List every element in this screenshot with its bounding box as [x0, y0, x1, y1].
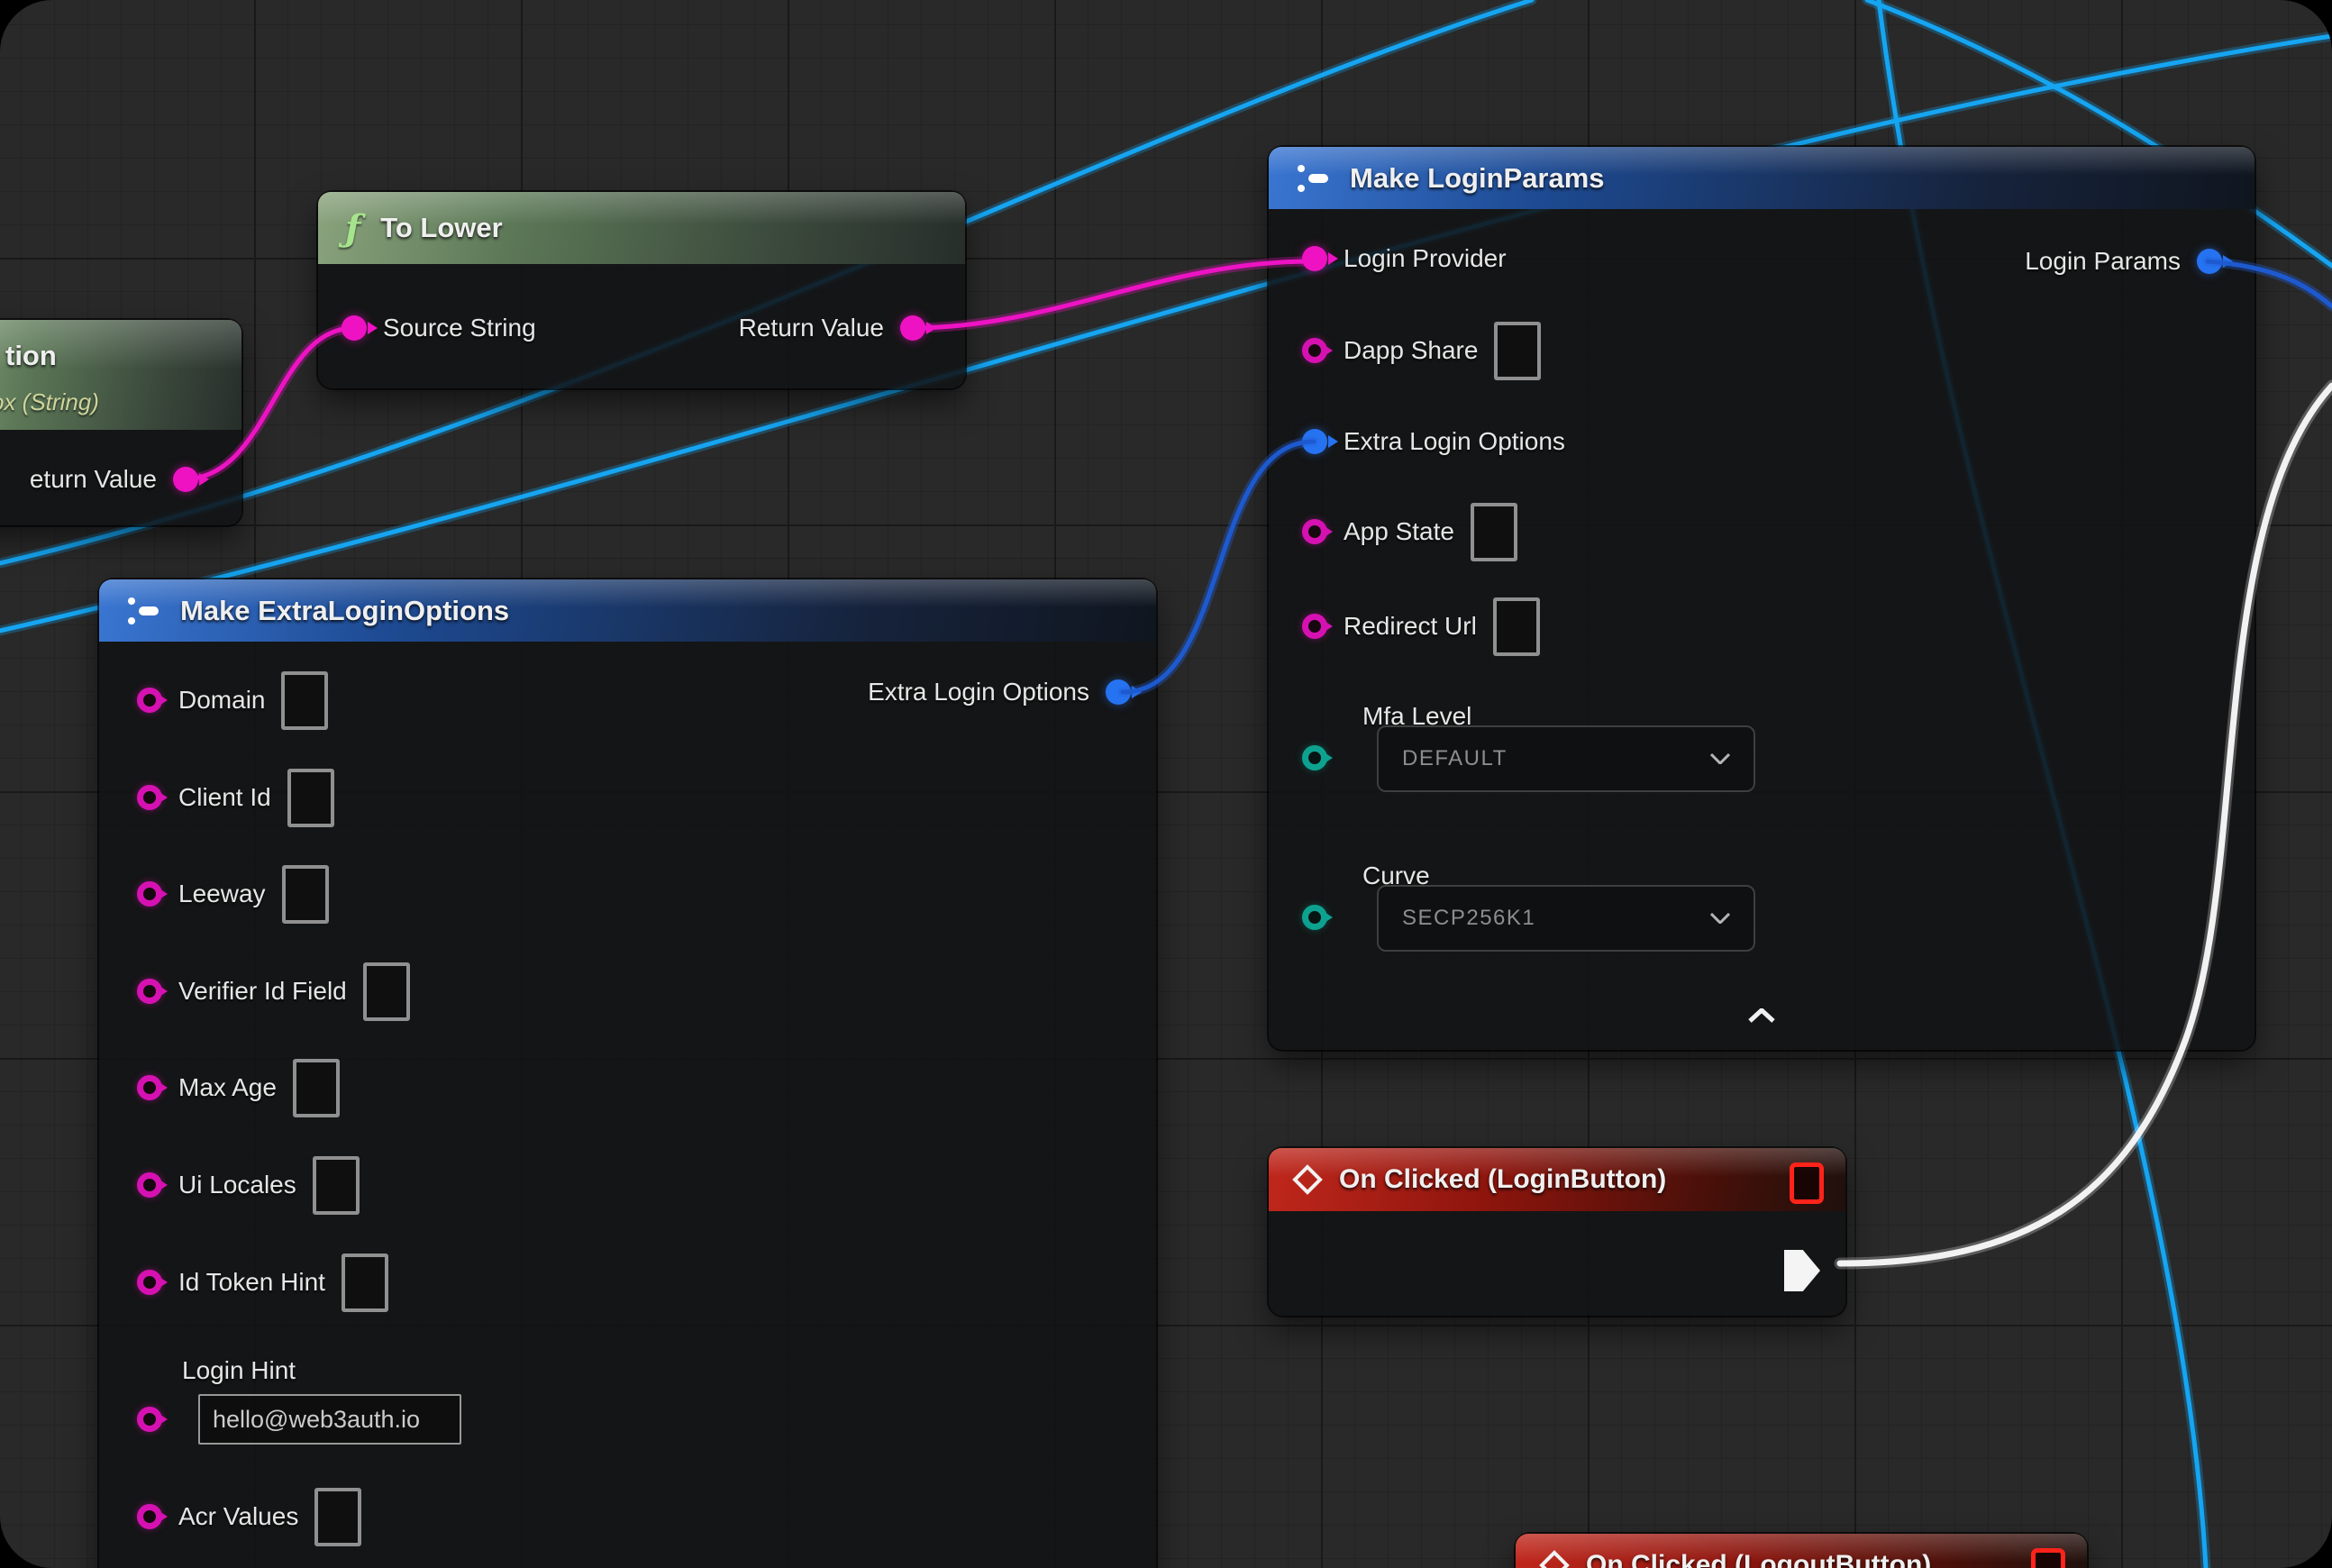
chevron-down-icon	[1710, 913, 1730, 924]
blueprint-graph-canvas[interactable]: tion ox (String) eturn Value ƒ To Lower …	[0, 0, 2332, 1568]
string-input-pin[interactable]	[1302, 519, 1327, 544]
node-partial-function[interactable]: tion ox (String) eturn Value	[0, 320, 241, 525]
leeway-checkbox[interactable]	[282, 865, 329, 924]
node-make-extra-login-options-title: Make ExtraLoginOptions	[180, 595, 509, 627]
client-id-checkbox[interactable]	[287, 769, 334, 827]
curve-dropdown[interactable]: SECP256K1	[1377, 885, 1755, 952]
struct-output-pin[interactable]	[1106, 679, 1131, 705]
acr-values-checkbox[interactable]	[314, 1488, 361, 1546]
string-input-pin[interactable]	[137, 1172, 162, 1198]
pin-label-client-id: Client Id	[178, 783, 271, 812]
string-input-pin[interactable]	[1302, 614, 1327, 639]
node-to-lower[interactable]: ƒ To Lower Source String Return Value	[318, 192, 965, 388]
pin-label-id-token-hint: Id Token Hint	[178, 1268, 325, 1297]
verifier-id-field-checkbox[interactable]	[363, 962, 410, 1021]
pin-label-max-age: Max Age	[178, 1073, 277, 1102]
string-input-pin[interactable]	[137, 1407, 162, 1432]
event-icon	[1292, 1164, 1323, 1195]
string-output-pin[interactable]	[173, 467, 198, 492]
redirect-url-checkbox[interactable]	[1493, 597, 1540, 656]
node-make-login-params[interactable]: Make LoginParams Login Provider Login Pa…	[1269, 147, 2255, 1050]
node-make-extra-login-options-header[interactable]: Make ExtraLoginOptions	[99, 579, 1156, 642]
max-age-checkbox[interactable]	[293, 1059, 340, 1117]
make-struct-icon	[126, 597, 162, 625]
node-make-extra-login-options[interactable]: Make ExtraLoginOptions Extra Login Optio…	[99, 579, 1156, 1568]
node-partial-function-title: tion	[5, 340, 57, 372]
node-on-clicked-logout-button[interactable]: On Clicked (LogoutButton)	[1516, 1534, 2087, 1568]
struct-output-pin[interactable]	[2197, 249, 2222, 274]
login-hint-label: Login Hint	[182, 1356, 296, 1385]
node-to-lower-header[interactable]: ƒ To Lower	[318, 192, 965, 264]
curve-value: SECP256K1	[1402, 906, 1535, 931]
node-on-clicked-logout-button-header[interactable]: On Clicked (LogoutButton)	[1516, 1534, 2087, 1568]
string-input-pin[interactable]	[137, 979, 162, 1004]
pin-label-redirect-url: Redirect Url	[1344, 612, 1477, 641]
string-input-pin[interactable]	[342, 315, 367, 341]
pin-label-dapp-share: Dapp Share	[1344, 336, 1478, 365]
make-struct-icon	[1296, 164, 1332, 193]
app-state-checkbox[interactable]	[1471, 503, 1517, 561]
mfa-level-dropdown[interactable]: DEFAULT	[1377, 725, 1755, 792]
node-on-clicked-login-button[interactable]: On Clicked (LoginButton)	[1269, 1148, 1845, 1316]
dapp-share-checkbox[interactable]	[1494, 322, 1541, 380]
mfa-level-value: DEFAULT	[1402, 746, 1508, 771]
id-token-hint-checkbox[interactable]	[342, 1253, 388, 1312]
node-make-login-params-header[interactable]: Make LoginParams	[1269, 147, 2255, 209]
chevron-down-icon	[1710, 753, 1730, 764]
pin-label-login-params-out: Login Params	[2025, 247, 2181, 276]
pin-label-verifier-id-field: Verifier Id Field	[178, 977, 347, 1006]
string-input-pin[interactable]	[1302, 246, 1327, 271]
pin-label-extra-login-options-out: Extra Login Options	[868, 678, 1089, 707]
login-hint-input[interactable]	[198, 1394, 461, 1445]
pin-label-domain: Domain	[178, 686, 265, 715]
node-on-clicked-logout-button-title: On Clicked (LogoutButton)	[1586, 1550, 1931, 1568]
delegate-pin-icon[interactable]	[1790, 1162, 1824, 1204]
pin-label-acr-values: Acr Values	[178, 1502, 298, 1531]
pin-label-return-value: Return Value	[739, 314, 884, 342]
event-icon	[1539, 1550, 1570, 1568]
enum-input-pin[interactable]	[1302, 905, 1327, 930]
pin-label-leeway: Leeway	[178, 880, 266, 908]
node-make-login-params-title: Make LoginParams	[1350, 162, 1605, 195]
pin-label-app-state: App State	[1344, 517, 1454, 546]
string-input-pin[interactable]	[1302, 338, 1327, 363]
node-on-clicked-login-button-header[interactable]: On Clicked (LoginButton)	[1269, 1148, 1845, 1211]
string-input-pin[interactable]	[137, 1270, 162, 1295]
collapse-node-button[interactable]	[1746, 1008, 1777, 1023]
function-icon: ƒ	[345, 207, 360, 250]
struct-input-pin[interactable]	[1302, 429, 1327, 454]
exec-output-pin[interactable]	[1784, 1250, 1820, 1291]
pin-label-extra-login-options-in: Extra Login Options	[1344, 427, 1565, 456]
pin-label-ui-locales: Ui Locales	[178, 1171, 296, 1199]
delegate-pin-icon[interactable]	[2031, 1548, 2065, 1568]
node-to-lower-title: To Lower	[380, 212, 502, 244]
node-partial-function-subtitle: ox (String)	[0, 388, 99, 416]
node-on-clicked-login-button-title: On Clicked (LoginButton)	[1339, 1164, 1666, 1195]
pin-label-return-value-partial: eturn Value	[30, 465, 157, 494]
string-input-pin[interactable]	[137, 688, 162, 713]
enum-input-pin[interactable]	[1302, 745, 1327, 770]
pin-label-source-string: Source String	[383, 314, 536, 342]
pin-label-login-provider: Login Provider	[1344, 244, 1507, 273]
domain-checkbox[interactable]	[281, 671, 328, 730]
ui-locales-checkbox[interactable]	[313, 1156, 360, 1215]
string-output-pin[interactable]	[900, 315, 925, 341]
string-input-pin[interactable]	[137, 1504, 162, 1529]
string-input-pin[interactable]	[137, 881, 162, 907]
string-input-pin[interactable]	[137, 1075, 162, 1100]
string-input-pin[interactable]	[137, 785, 162, 810]
